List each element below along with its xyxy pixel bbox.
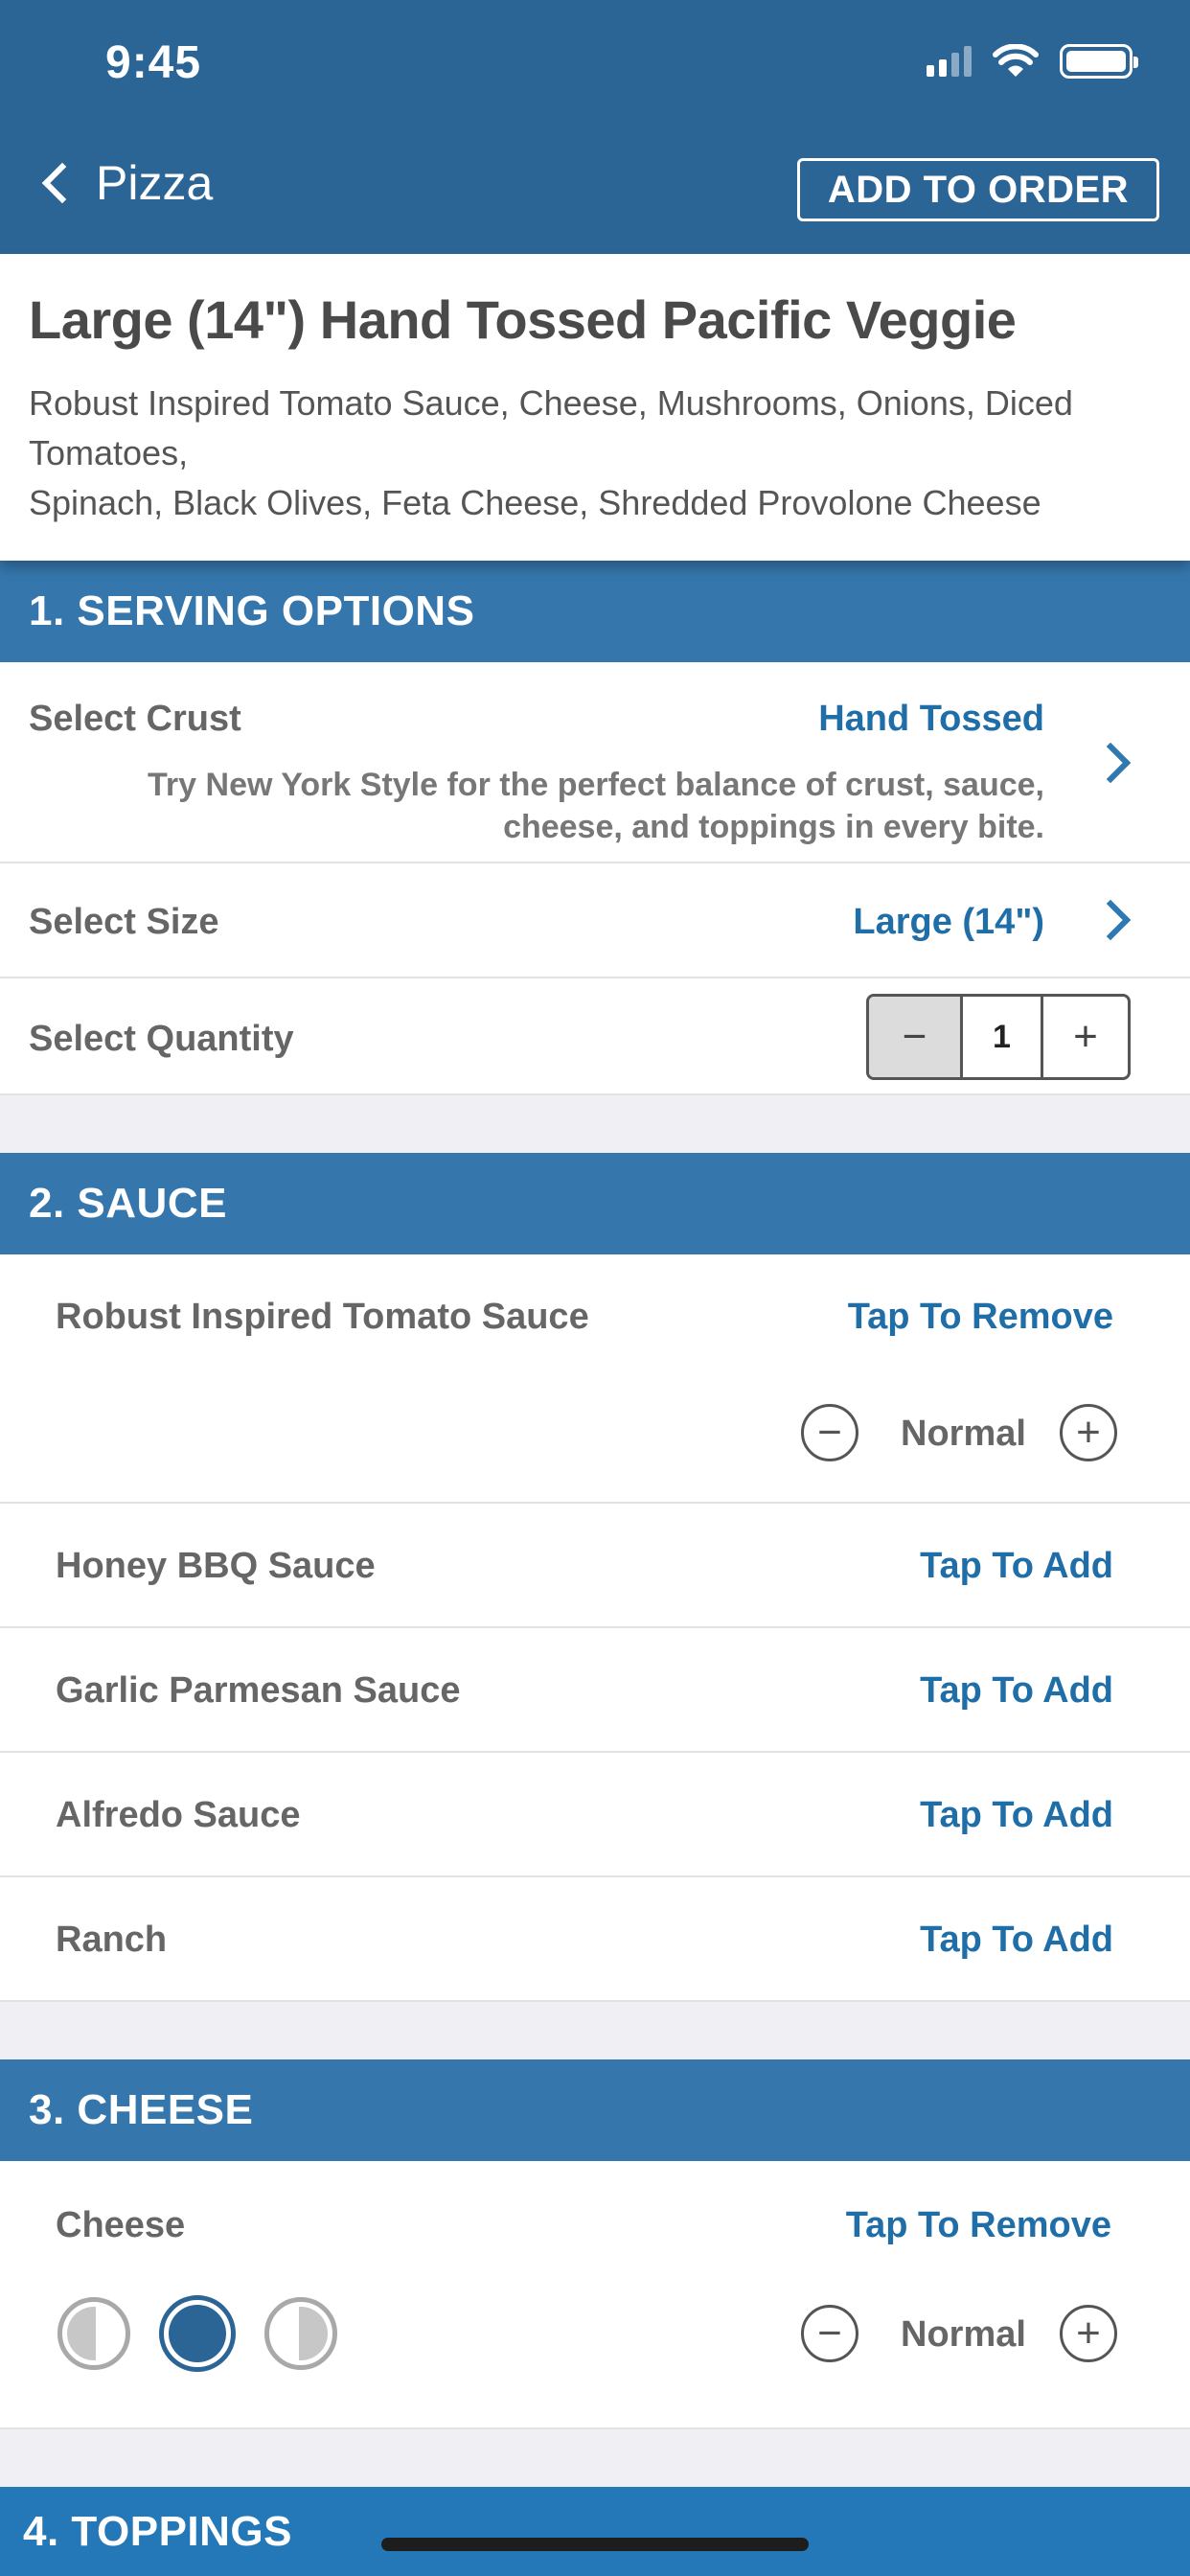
- sauce-name: Robust Inspired Tomato Sauce: [56, 1297, 589, 1337]
- minus-icon: −: [817, 1409, 842, 1456]
- tap-to-add-sauce[interactable]: Tap To Add: [920, 1920, 1113, 1961]
- section-header-toppings: 4. TOPPINGS: [0, 2487, 1190, 2576]
- right-half-coverage-icon[interactable]: [264, 2297, 337, 2370]
- battery-icon: [1060, 44, 1138, 79]
- signal-icon: [927, 46, 972, 77]
- increase-sauce-button[interactable]: +: [1060, 1404, 1117, 1461]
- size-value: Large (14"): [853, 902, 1044, 942]
- quantity-stepper: − 1 +: [866, 994, 1131, 1080]
- sauce-option-name: Garlic Parmesan Sauce: [56, 1670, 461, 1711]
- tap-to-remove-sauce[interactable]: Tap To Remove: [848, 1297, 1113, 1338]
- whole-coverage-icon[interactable]: [159, 2295, 236, 2372]
- section-header-cheese: 3. CHEESE: [0, 2059, 1190, 2161]
- tap-to-add-sauce[interactable]: Tap To Add: [920, 1670, 1113, 1712]
- product-description-line: Robust Inspired Tomato Sauce, Cheese, Mu…: [29, 383, 1073, 472]
- plus-icon: +: [1076, 2310, 1101, 2357]
- home-indicator[interactable]: [381, 2538, 809, 2551]
- crust-value: Hand Tossed: [818, 699, 1044, 739]
- sauce-option-row[interactable]: Garlic Parmesan Sauce Tap To Add: [0, 1628, 1190, 1753]
- chevron-right-icon: [1089, 742, 1132, 784]
- left-half-coverage-icon[interactable]: [57, 2297, 130, 2370]
- wifi-icon: [993, 44, 1039, 77]
- select-size-label: Select Size: [29, 902, 219, 942]
- sauce-option-row[interactable]: Alfredo Sauce Tap To Add: [0, 1753, 1190, 1877]
- sauce-option-row[interactable]: Honey BBQ Sauce Tap To Add: [0, 1504, 1190, 1628]
- section-header-sauce: 2. SAUCE: [0, 1153, 1190, 1254]
- select-crust-label: Select Crust: [29, 699, 241, 739]
- sauce-option-name: Alfredo Sauce: [56, 1795, 301, 1835]
- sauce-selected-row: Robust Inspired Tomato Sauce Tap To Remo…: [0, 1254, 1190, 1504]
- increase-cheese-button[interactable]: +: [1060, 2305, 1117, 2362]
- product-description-line: Spinach, Black Olives, Feta Cheese, Shre…: [29, 483, 1041, 522]
- product-description: Robust Inspired Tomato Sauce, Cheese, Mu…: [29, 379, 1159, 528]
- quantity-value: 1: [963, 997, 1043, 1077]
- crust-hint: Try New York Style for the perfect balan…: [105, 764, 1044, 848]
- tap-to-remove-cheese[interactable]: Tap To Remove: [846, 2205, 1111, 2246]
- cheese-amount: Normal: [901, 2314, 1026, 2355]
- decrease-cheese-button[interactable]: −: [801, 2305, 858, 2362]
- top-bar: 9:45 Pizza ADD TO ORDER: [0, 0, 1190, 254]
- tap-to-add-sauce[interactable]: Tap To Add: [920, 1546, 1113, 1587]
- crust-hint-line: cheese, and toppings in every bite.: [503, 809, 1044, 845]
- sauce-option-name: Ranch: [56, 1920, 168, 1960]
- quantity-decrement-button[interactable]: −: [869, 997, 963, 1077]
- product-title: Large (14") Hand Tossed Pacific Veggie: [29, 289, 1017, 350]
- quantity-increment-button[interactable]: +: [1043, 997, 1128, 1077]
- cheese-row: Cheese Tap To Remove − Normal +: [0, 2161, 1190, 2429]
- back-label: Pizza: [96, 156, 214, 210]
- status-time: 9:45: [105, 37, 202, 88]
- sauce-option-name: Honey BBQ Sauce: [56, 1546, 376, 1586]
- sauce-option-row[interactable]: Ranch Tap To Add: [0, 1877, 1190, 2002]
- chevron-right-icon: [1089, 899, 1132, 941]
- tap-to-add-sauce[interactable]: Tap To Add: [920, 1795, 1113, 1836]
- sauce-amount: Normal: [901, 1414, 1026, 1454]
- minus-icon: −: [817, 2310, 842, 2357]
- product-card: Large (14") Hand Tossed Pacific Veggie R…: [0, 254, 1190, 561]
- chevron-left-icon: [41, 162, 83, 204]
- plus-icon: +: [1076, 1409, 1101, 1456]
- select-quantity-label: Select Quantity: [29, 1019, 294, 1059]
- back-button[interactable]: Pizza: [36, 155, 213, 211]
- status-icons: [927, 44, 1138, 79]
- select-crust-row[interactable]: Select Crust Hand Tossed Try New York St…: [0, 662, 1190, 863]
- section-header-serving-options: 1. SERVING OPTIONS: [0, 561, 1190, 662]
- decrease-sauce-button[interactable]: −: [801, 1404, 858, 1461]
- select-quantity-row: Select Quantity − 1 +: [0, 978, 1190, 1095]
- cheese-name: Cheese: [56, 2205, 186, 2245]
- add-to-order-button[interactable]: ADD TO ORDER: [797, 158, 1159, 221]
- crust-hint-line: Try New York Style for the perfect balan…: [148, 767, 1044, 803]
- select-size-row[interactable]: Select Size Large (14"): [0, 863, 1190, 978]
